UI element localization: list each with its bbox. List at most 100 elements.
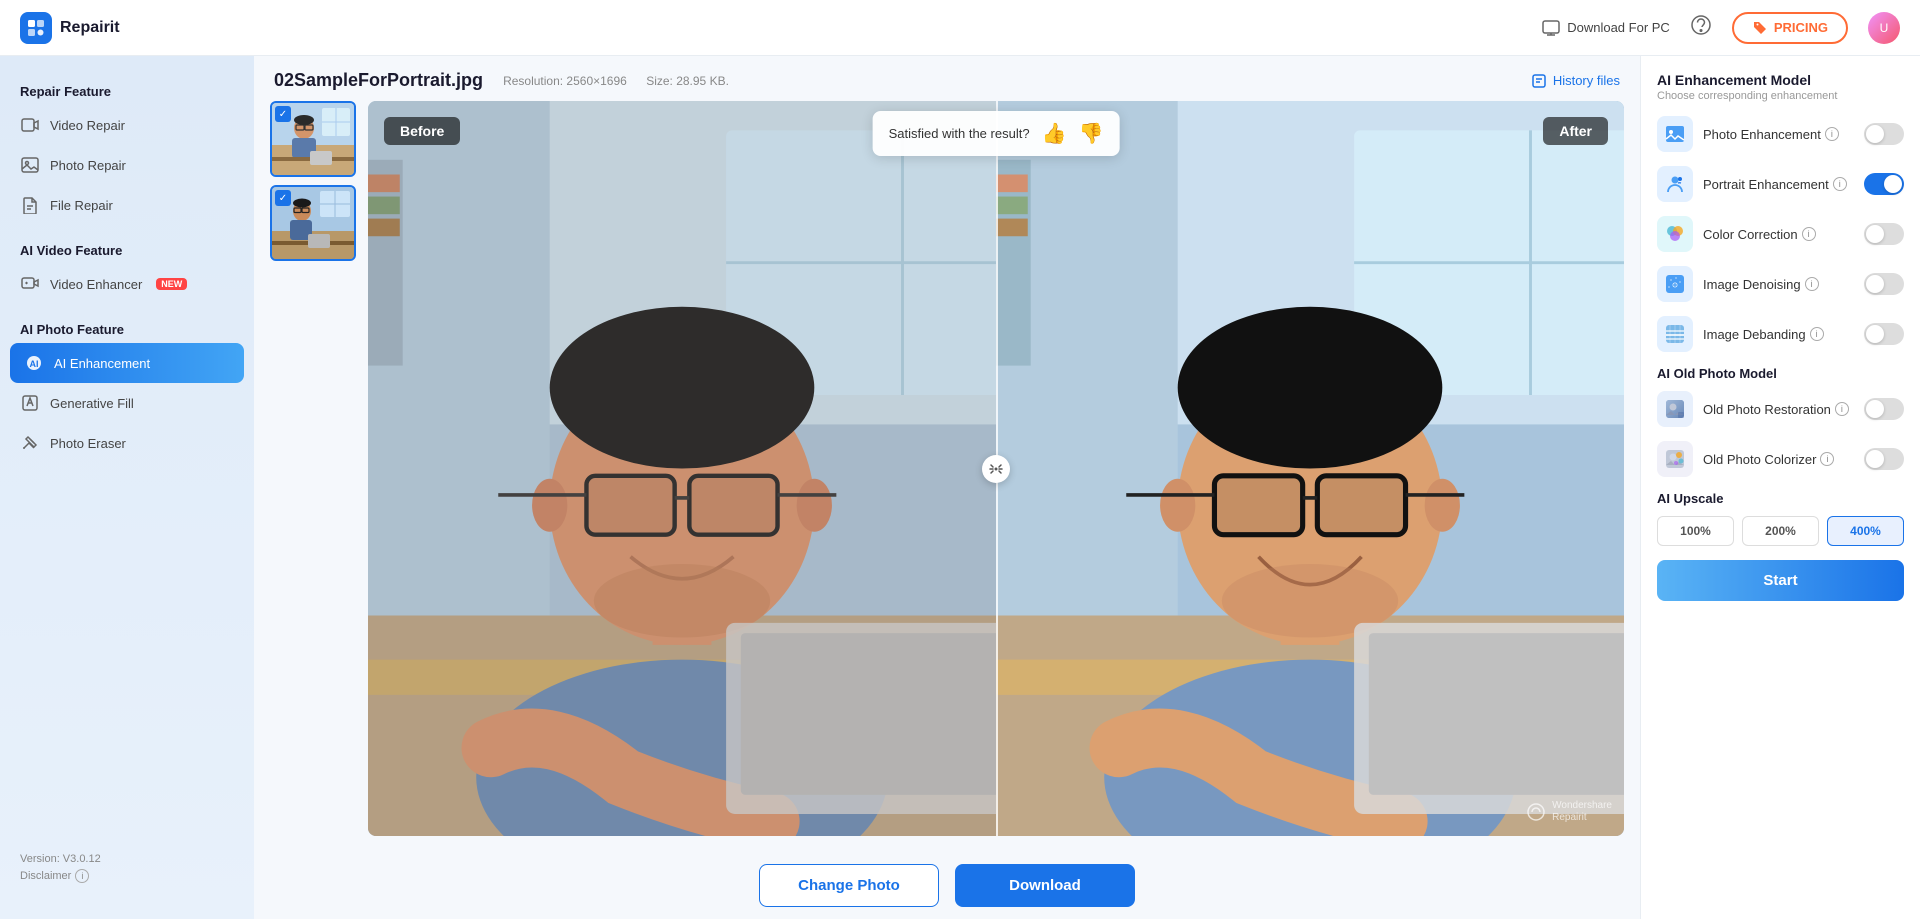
sidebar: Repair Feature Video Repair Photo Repair <box>0 56 254 919</box>
logo-icon <box>20 12 52 44</box>
sidebar-item-generative-fill[interactable]: Generative Fill <box>0 383 254 423</box>
sidebar-item-file-repair-label: File Repair <box>50 198 113 213</box>
portrait-enhancement-label: Portrait Enhancement i <box>1703 177 1854 192</box>
portrait-enhancement-info[interactable]: i <box>1833 177 1847 191</box>
divider-handle[interactable] <box>982 455 1010 483</box>
image-debanding-row: Image Debanding i <box>1657 316 1904 352</box>
satisfied-popup: Satisfied with the result? 👍 👎 <box>873 111 1120 156</box>
old-photo-model-title: AI Old Photo Model <box>1657 366 1904 381</box>
generative-fill-icon <box>20 393 40 413</box>
old-photo-restoration-toggle[interactable] <box>1864 398 1904 420</box>
thumbnail-2[interactable]: ✓ <box>270 185 356 261</box>
upscale-400-button[interactable]: 400% <box>1827 516 1904 546</box>
center-content: 02SampleForPortrait.jpg Resolution: 2560… <box>254 56 1640 919</box>
ai-upscale-title: AI Upscale <box>1657 491 1904 506</box>
old-photo-colorizer-toggle[interactable] <box>1864 448 1904 470</box>
pricing-button[interactable]: PRICING <box>1732 12 1848 44</box>
sidebar-item-video-repair[interactable]: Video Repair <box>0 105 254 145</box>
thumbnail-1[interactable]: ✓ <box>270 101 356 177</box>
thumb-check-1: ✓ <box>275 106 291 122</box>
image-debanding-toggle[interactable] <box>1864 323 1904 345</box>
file-info-bar: 02SampleForPortrait.jpg Resolution: 2560… <box>254 56 1640 101</box>
support-icon[interactable] <box>1690 14 1712 41</box>
thumbs-up-button[interactable]: 👍 <box>1042 121 1067 146</box>
image-debanding-info[interactable]: i <box>1810 327 1824 341</box>
image-denoising-icon <box>1657 266 1693 302</box>
old-photo-colorizer-info[interactable]: i <box>1820 452 1834 466</box>
file-meta: Resolution: 2560×1696 Size: 28.95 KB. <box>503 74 745 88</box>
logo-text: Repairit <box>60 19 120 37</box>
upscale-200-button[interactable]: 200% <box>1742 516 1819 546</box>
old-photo-colorizer-label: Old Photo Colorizer i <box>1703 452 1854 467</box>
before-label: Before <box>384 117 460 145</box>
image-denoising-toggle[interactable] <box>1864 273 1904 295</box>
download-button[interactable]: Download <box>955 864 1135 907</box>
old-photo-restoration-info[interactable]: i <box>1835 402 1849 416</box>
disclaimer-link[interactable]: Disclaimer i <box>20 869 234 883</box>
bottom-actions: Change Photo Download <box>254 852 1640 919</box>
panel-title: AI Enhancement Model <box>1657 72 1904 88</box>
image-debanding-label: Image Debanding i <box>1703 327 1854 342</box>
video-enhancer-icon <box>20 274 40 294</box>
video-repair-icon <box>20 115 40 135</box>
sidebar-item-video-enhancer[interactable]: Video Enhancer NEW <box>0 264 254 304</box>
thumbs-down-button[interactable]: 👎 <box>1078 121 1103 146</box>
thumbnails: ✓ <box>270 101 356 836</box>
resolution-label: Resolution: 2560×1696 <box>503 74 627 88</box>
color-correction-info[interactable]: i <box>1802 227 1816 241</box>
sidebar-item-ai-enhancement[interactable]: AI AI Enhancement <box>10 343 244 383</box>
download-pc-button[interactable]: Download For PC <box>1541 18 1670 38</box>
satisfied-text: Satisfied with the result? <box>889 126 1030 141</box>
old-photo-colorizer-icon <box>1657 441 1693 477</box>
version-label: Version: V3.0.12 <box>20 853 234 865</box>
user-avatar[interactable]: U <box>1868 12 1900 44</box>
thumb-check-2: ✓ <box>275 190 291 206</box>
size-label: Size: 28.95 KB. <box>646 74 729 88</box>
sidebar-item-photo-eraser[interactable]: Photo Eraser <box>0 423 254 463</box>
photo-repair-icon <box>20 155 40 175</box>
sidebar-item-video-enhancer-label: Video Enhancer <box>50 277 142 292</box>
ai-photo-feature-title: AI Photo Feature <box>0 314 254 343</box>
history-files-link[interactable]: History files <box>1531 73 1620 89</box>
upscale-100-button[interactable]: 100% <box>1657 516 1734 546</box>
photo-enhancement-toggle[interactable] <box>1864 123 1904 145</box>
sidebar-item-ai-enhancement-label: AI Enhancement <box>54 356 150 371</box>
sidebar-item-file-repair[interactable]: File Repair <box>0 185 254 225</box>
portrait-enhancement-toggle[interactable] <box>1864 173 1904 195</box>
color-correction-icon <box>1657 216 1693 252</box>
photo-enhancement-row: Photo Enhancement i <box>1657 116 1904 152</box>
image-debanding-icon <box>1657 316 1693 352</box>
sidebar-bottom: Version: V3.0.12 Disclaimer i <box>0 837 254 899</box>
color-correction-row: Color Correction i <box>1657 216 1904 252</box>
start-button[interactable]: Start <box>1657 560 1904 601</box>
logo: Repairit <box>20 12 120 44</box>
repair-feature-title: Repair Feature <box>0 76 254 105</box>
change-photo-button[interactable]: Change Photo <box>759 864 939 907</box>
portrait-enhancement-icon <box>1657 166 1693 202</box>
file-name: 02SampleForPortrait.jpg <box>274 70 483 91</box>
disclaimer-info-icon[interactable]: i <box>75 869 89 883</box>
photo-enhancement-icon <box>1657 116 1693 152</box>
sidebar-item-photo-repair[interactable]: Photo Repair <box>0 145 254 185</box>
sidebar-item-video-repair-label: Video Repair <box>50 118 125 133</box>
new-badge: NEW <box>156 278 187 290</box>
color-correction-toggle[interactable] <box>1864 223 1904 245</box>
main-layout: Repair Feature Video Repair Photo Repair <box>0 56 1920 919</box>
old-photo-colorizer-row: Old Photo Colorizer i <box>1657 441 1904 477</box>
old-photo-restoration-icon <box>1657 391 1693 427</box>
sidebar-item-photo-eraser-label: Photo Eraser <box>50 436 126 451</box>
image-denoising-label: Image Denoising i <box>1703 277 1854 292</box>
image-denoising-row: Image Denoising i <box>1657 266 1904 302</box>
photo-enhancement-info[interactable]: i <box>1825 127 1839 141</box>
old-photo-restoration-row: Old Photo Restoration i <box>1657 391 1904 427</box>
upscale-options: 100% 200% 400% <box>1657 516 1904 546</box>
sidebar-item-photo-repair-label: Photo Repair <box>50 158 126 173</box>
main-preview: Before <box>368 101 1624 836</box>
after-label: After <box>1543 117 1608 145</box>
color-correction-label: Color Correction i <box>1703 227 1854 242</box>
preview-area: ✓ <box>254 101 1640 852</box>
panel-subtitle: Choose corresponding enhancement <box>1657 90 1904 102</box>
photo-eraser-icon <box>20 433 40 453</box>
portrait-enhancement-row: Portrait Enhancement i <box>1657 166 1904 202</box>
image-denoising-info[interactable]: i <box>1805 277 1819 291</box>
